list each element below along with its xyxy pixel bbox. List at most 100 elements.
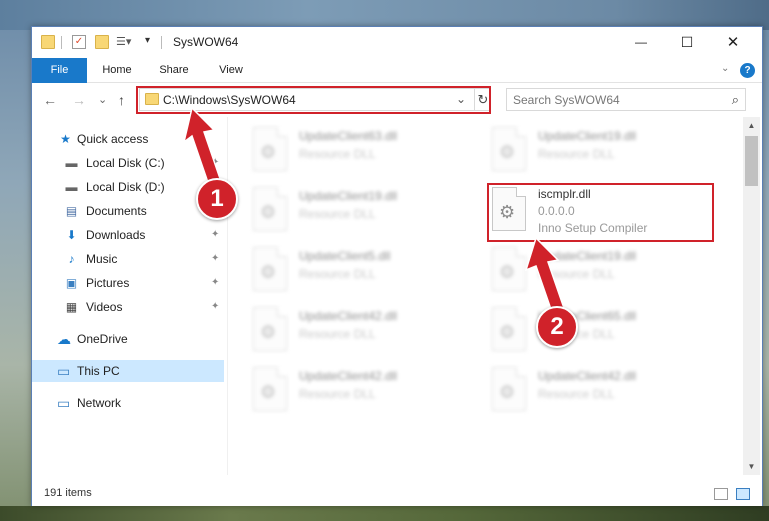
sidebar-item-this-pc[interactable]: ▭ This PC (32, 360, 224, 382)
tab-view[interactable]: View (208, 58, 254, 83)
pin-icon: ✦ (211, 277, 220, 288)
back-button[interactable]: ← (43, 92, 57, 108)
file-tile-iscmplr[interactable]: ⚙ iscmplr.dll 0.0.0.0 Inno Setup Compile… (492, 185, 692, 235)
file-name: UpdateClient63.dll (299, 129, 398, 143)
sidebar-item-label: Music (86, 252, 118, 266)
maximize-button[interactable]: ☐ (664, 27, 710, 58)
tab-share[interactable]: Share (151, 58, 197, 83)
details-view-icon[interactable] (714, 488, 728, 500)
refresh-button[interactable]: ↻ (474, 89, 491, 110)
gear-icon: ⚙ (499, 382, 516, 402)
properties-icon[interactable]: ✓ (72, 35, 86, 49)
scrollbar-thumb[interactable] (745, 136, 758, 186)
new-folder-icon[interactable] (95, 35, 109, 49)
forward-button[interactable]: → (72, 92, 86, 108)
file-description: Resource DLL (299, 207, 376, 221)
title-divider (61, 36, 62, 49)
file-name: UpdateClient42.dll (538, 369, 637, 383)
file-name: iscmplr.dll (538, 187, 591, 201)
sidebar-item-label: Downloads (86, 228, 146, 242)
sidebar-item-label: OneDrive (77, 332, 128, 346)
file-tile[interactable]: ⚙ UpdateClient42.dll Resource DLL (492, 365, 692, 415)
dll-file-icon: ⚙ (492, 367, 526, 411)
sidebar-item-label: This PC (77, 364, 120, 378)
up-button[interactable]: ↑ (118, 92, 125, 108)
search-input[interactable]: Search SysWOW64 ⌕ (506, 88, 746, 111)
sidebar-item-videos[interactable]: ▦ Videos ✦ (32, 296, 224, 318)
sidebar-item-label: Documents (86, 204, 147, 218)
file-name: UpdateClient42.dll (299, 309, 398, 323)
folder-icon (41, 35, 55, 49)
folder-icon (145, 93, 159, 105)
expand-ribbon-icon[interactable]: ⌄ (721, 63, 729, 74)
drive-icon: ▬ (65, 156, 78, 170)
file-tile[interactable]: ⚙ UpdateClient5.dll Resource DLL (253, 245, 453, 295)
sidebar-item-music[interactable]: ♪ Music ✦ (32, 248, 224, 270)
sidebar-item-label: Videos (86, 300, 123, 314)
file-description: Resource DLL (299, 387, 376, 401)
scroll-up-arrow-icon[interactable]: ▲ (743, 117, 760, 134)
large-icons-view-icon[interactable] (736, 488, 750, 500)
vertical-scrollbar[interactable]: ▲ ▼ (743, 117, 760, 475)
sidebar-item-onedrive[interactable]: ☁ OneDrive (32, 328, 224, 350)
file-name: UpdateClient5.dll (299, 249, 391, 263)
music-icon: ♪ (68, 252, 75, 266)
file-version: 0.0.0.0 (538, 204, 575, 218)
file-tile[interactable]: ⚙ UpdateClient19.dll Resource DLL (492, 125, 692, 175)
gear-icon: ⚙ (260, 202, 277, 222)
file-tile[interactable]: ⚙ UpdateClient42.dll Resource DLL (253, 365, 453, 415)
file-description: Resource DLL (299, 147, 376, 161)
recent-locations-button[interactable]: ⌄ (98, 93, 107, 106)
sidebar-item-network[interactable]: ▭ Network (32, 392, 224, 414)
network-icon: ▭ (57, 395, 71, 411)
dll-file-icon: ⚙ (253, 307, 287, 351)
sidebar-item-label: Pictures (86, 276, 130, 290)
desktop-background-bottom (0, 506, 769, 521)
file-name: UpdateClient19.dll (299, 189, 398, 203)
file-tile[interactable]: ⚙ UpdateClient42.dll Resource DLL (253, 305, 453, 355)
dll-file-icon: ⚙ (492, 187, 526, 231)
close-button[interactable]: ✕ (710, 27, 756, 58)
title-divider (161, 36, 162, 49)
title-bar: ✓ ☰▾ ▾ SysWOW64 — ☐ ✕ (32, 27, 762, 58)
step-2-badge: 2 (536, 306, 578, 348)
search-icon[interactable]: ⌕ (732, 92, 739, 108)
star-icon: ★ (60, 132, 71, 146)
sidebar-item-label: Local Disk (C:) (86, 156, 165, 170)
minimize-button[interactable]: — (618, 27, 664, 58)
file-list: ⚙ UpdateClient63.dll Resource DLL ⚙ Upda… (230, 117, 742, 475)
explorer-window: ✓ ☰▾ ▾ SysWOW64 — ☐ ✕ File Home Share Vi… (31, 26, 763, 506)
sidebar-item-pictures[interactable]: ▣ Pictures ✦ (32, 272, 224, 294)
file-name: UpdateClient42.dll (299, 369, 398, 383)
address-dropdown-icon[interactable]: ⌄ (456, 92, 466, 106)
help-icon[interactable]: ? (740, 63, 755, 78)
scroll-down-arrow-icon[interactable]: ▼ (743, 458, 760, 475)
sidebar-item-label: Quick access (77, 132, 149, 146)
gear-icon: ⚙ (260, 142, 277, 162)
navigation-bar: ← → ⌄ ↑ C:\Windows\SysWOW64 ⌄ ↻ Search S… (32, 84, 762, 116)
cloud-icon: ☁ (57, 331, 71, 347)
videos-icon: ▦ (65, 300, 78, 314)
quick-access-dropdown-icon[interactable]: ▾ (145, 35, 159, 49)
step-1-badge: 1 (196, 178, 238, 220)
sidebar-item-label: Network (77, 396, 122, 410)
pin-icon: ✦ (211, 253, 220, 264)
sidebar-item-downloads[interactable]: ⬇ Downloads ✦ (32, 224, 224, 246)
search-placeholder: Search SysWOW64 (513, 93, 620, 107)
status-bar: 191 items (32, 482, 762, 506)
gear-icon: ⚙ (260, 322, 277, 342)
tab-file[interactable]: File (32, 58, 87, 83)
documents-icon: ▤ (65, 204, 78, 218)
gear-icon: ⚙ (260, 262, 277, 282)
drive-icon: ▬ (65, 180, 78, 194)
customize-quick-access-icon[interactable]: ☰▾ (116, 35, 131, 49)
pin-icon: ✦ (211, 301, 220, 312)
file-tile[interactable]: ⚙ UpdateClient19.dll Resource DLL (253, 185, 453, 235)
tab-home[interactable]: Home (94, 58, 140, 83)
dll-file-icon: ⚙ (253, 367, 287, 411)
dll-file-icon: ⚙ (253, 187, 287, 231)
file-description: Resource DLL (299, 327, 376, 341)
ribbon-tabs: File Home Share View ⌄ ? (32, 58, 762, 83)
dll-file-icon: ⚙ (253, 127, 287, 171)
file-tile[interactable]: ⚙ UpdateClient63.dll Resource DLL (253, 125, 453, 175)
